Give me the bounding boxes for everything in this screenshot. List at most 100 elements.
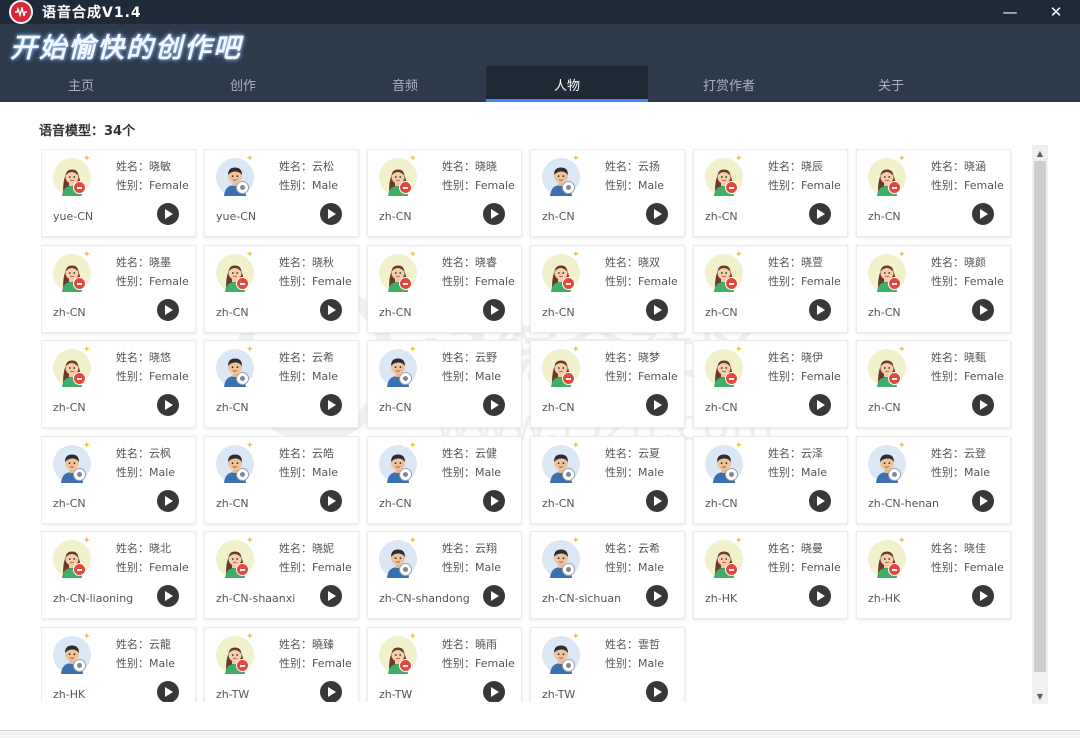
- voice-card[interactable]: ✦ 姓名：晓敏 性别：Female yue-CN: [41, 149, 196, 237]
- play-button[interactable]: [157, 681, 179, 702]
- voice-card[interactable]: ✦ 姓名：晓涵 性别：Female zh-CN: [856, 149, 1011, 237]
- voice-card[interactable]: ✦ 姓名：晓北 性别：Female zh-CN-liaoning: [41, 531, 196, 619]
- male-badge-icon: [888, 468, 901, 481]
- female-badge-icon: [562, 372, 575, 385]
- voice-card[interactable]: ✦ 姓名：云泽 性别：Male zh-CN: [693, 436, 848, 524]
- sparkle-icon: ✦: [735, 154, 743, 164]
- voice-card[interactable]: ✦ 姓名：云健 性别：Male zh-CN: [367, 436, 522, 524]
- voice-card[interactable]: ✦ 姓名：晓妮 性别：Female zh-CN-shaanxi: [204, 531, 359, 619]
- voice-card[interactable]: ✦ 姓名：曉雨 性别：Female zh-TW: [367, 627, 522, 702]
- voice-card[interactable]: ✦ 姓名：云希 性别：Male zh-CN-sichuan: [530, 531, 685, 619]
- play-button[interactable]: [483, 394, 505, 416]
- play-button[interactable]: [320, 585, 342, 607]
- voice-language: zh-CN: [705, 497, 738, 510]
- voice-language: zh-TW: [216, 688, 250, 701]
- play-button[interactable]: [157, 299, 179, 321]
- play-button[interactable]: [972, 299, 994, 321]
- play-button[interactable]: [320, 681, 342, 702]
- male-badge-icon: [562, 659, 575, 672]
- voice-card[interactable]: ✦ 姓名：晓双 性别：Female zh-CN: [530, 245, 685, 333]
- play-button[interactable]: [646, 490, 668, 512]
- voice-card[interactable]: ✦ 姓名：晓伊 性别：Female zh-CN: [693, 340, 848, 428]
- tab-1[interactable]: 创作: [162, 66, 324, 102]
- female-badge-icon: [725, 277, 738, 290]
- voice-card[interactable]: ✦ 姓名：云夏 性别：Male zh-CN: [530, 436, 685, 524]
- voice-card[interactable]: ✦ 姓名：晓萱 性别：Female zh-CN: [693, 245, 848, 333]
- play-button[interactable]: [157, 490, 179, 512]
- play-button[interactable]: [320, 394, 342, 416]
- voice-card[interactable]: ✦ 姓名：云皓 性别：Male zh-CN: [204, 436, 359, 524]
- play-button[interactable]: [646, 203, 668, 225]
- voice-card[interactable]: ✦ 姓名：晓悠 性别：Female zh-CN: [41, 340, 196, 428]
- voice-card[interactable]: ✦ 姓名：晓睿 性别：Female zh-CN: [367, 245, 522, 333]
- play-button[interactable]: [809, 299, 831, 321]
- voice-card[interactable]: ✦ 姓名：云枫 性别：Male zh-CN: [41, 436, 196, 524]
- scroll-down-icon[interactable]: ▼: [1032, 688, 1048, 704]
- voice-card[interactable]: ✦ 姓名：曉臻 性别：Female zh-TW: [204, 627, 359, 702]
- voice-card[interactable]: ✦ 姓名：晓甄 性别：Female zh-CN: [856, 340, 1011, 428]
- voice-card[interactable]: ✦ 姓名：晓梦 性别：Female zh-CN: [530, 340, 685, 428]
- header-banner: 开始愉快的创作吧: [0, 24, 1080, 66]
- voice-card[interactable]: ✦ 姓名：云扬 性别：Male zh-CN: [530, 149, 685, 237]
- play-button[interactable]: [809, 203, 831, 225]
- play-button[interactable]: [157, 585, 179, 607]
- voice-gender: 性别：Female: [279, 657, 352, 670]
- play-button[interactable]: [809, 394, 831, 416]
- voice-card[interactable]: ✦ 姓名：雲哲 性别：Male zh-TW: [530, 627, 685, 702]
- sparkle-icon: ✦: [83, 536, 91, 546]
- voice-card[interactable]: ✦ 姓名：晓辰 性别：Female zh-CN: [693, 149, 848, 237]
- voice-language: zh-CN: [216, 306, 249, 319]
- scroll-thumb[interactable]: [1034, 161, 1046, 672]
- play-button[interactable]: [320, 203, 342, 225]
- minimize-button[interactable]: —: [990, 0, 1030, 24]
- play-button[interactable]: [320, 490, 342, 512]
- voice-name: 姓名：晓萱: [768, 256, 823, 269]
- voice-card[interactable]: ✦ 姓名：晓颜 性别：Female zh-CN: [856, 245, 1011, 333]
- play-button[interactable]: [809, 585, 831, 607]
- tab-0[interactable]: 主页: [0, 66, 162, 102]
- play-button[interactable]: [483, 299, 505, 321]
- play-button[interactable]: [483, 490, 505, 512]
- voice-name: 姓名：晓佳: [931, 542, 986, 555]
- play-button[interactable]: [483, 203, 505, 225]
- tab-4[interactable]: 打赏作者: [648, 66, 810, 102]
- female-badge-icon: [236, 277, 249, 290]
- voice-card[interactable]: ✦ 姓名：云野 性别：Male zh-CN: [367, 340, 522, 428]
- voice-language: zh-CN: [216, 497, 249, 510]
- play-button[interactable]: [972, 203, 994, 225]
- scroll-up-icon[interactable]: ▲: [1032, 145, 1048, 161]
- female-badge-icon: [236, 563, 249, 576]
- play-button[interactable]: [972, 490, 994, 512]
- male-badge-icon: [236, 372, 249, 385]
- vertical-scrollbar[interactable]: ▲ ▼: [1032, 145, 1048, 704]
- voice-card[interactable]: ✦ 姓名：晓佳 性别：Female zh-HK: [856, 531, 1011, 619]
- play-button[interactable]: [646, 585, 668, 607]
- voice-card[interactable]: ✦ 姓名：晓秋 性别：Female zh-CN: [204, 245, 359, 333]
- play-button[interactable]: [972, 585, 994, 607]
- play-button[interactable]: [972, 394, 994, 416]
- play-button[interactable]: [157, 203, 179, 225]
- play-button[interactable]: [646, 681, 668, 702]
- voice-card[interactable]: ✦ 姓名：云翔 性别：Male zh-CN-shandong: [367, 531, 522, 619]
- voice-card[interactable]: ✦ 姓名：晓曼 性别：Female zh-HK: [693, 531, 848, 619]
- voice-name: 姓名：雲哲: [605, 638, 660, 651]
- tab-5[interactable]: 关于: [810, 66, 972, 102]
- play-button[interactable]: [157, 394, 179, 416]
- tab-3[interactable]: 人物: [486, 66, 648, 102]
- voice-card[interactable]: ✦ 姓名：云希 性别：Male zh-CN: [204, 340, 359, 428]
- play-button[interactable]: [646, 299, 668, 321]
- play-button[interactable]: [483, 585, 505, 607]
- voice-card[interactable]: ✦ 姓名：晓晓 性别：Female zh-CN: [367, 149, 522, 237]
- voice-card[interactable]: ✦ 姓名：云松 性别：Male yue-CN: [204, 149, 359, 237]
- sparkle-icon: ✦: [83, 441, 91, 451]
- play-button[interactable]: [483, 681, 505, 702]
- voice-card[interactable]: ✦ 姓名：云龍 性别：Male zh-HK: [41, 627, 196, 702]
- play-button[interactable]: [320, 299, 342, 321]
- tab-2[interactable]: 音频: [324, 66, 486, 102]
- close-button[interactable]: ✕: [1036, 0, 1076, 24]
- play-button[interactable]: [646, 394, 668, 416]
- female-badge-icon: [725, 372, 738, 385]
- play-button[interactable]: [809, 490, 831, 512]
- voice-card[interactable]: ✦ 姓名：晓墨 性别：Female zh-CN: [41, 245, 196, 333]
- voice-card[interactable]: ✦ 姓名：云登 性别：Male zh-CN-henan: [856, 436, 1011, 524]
